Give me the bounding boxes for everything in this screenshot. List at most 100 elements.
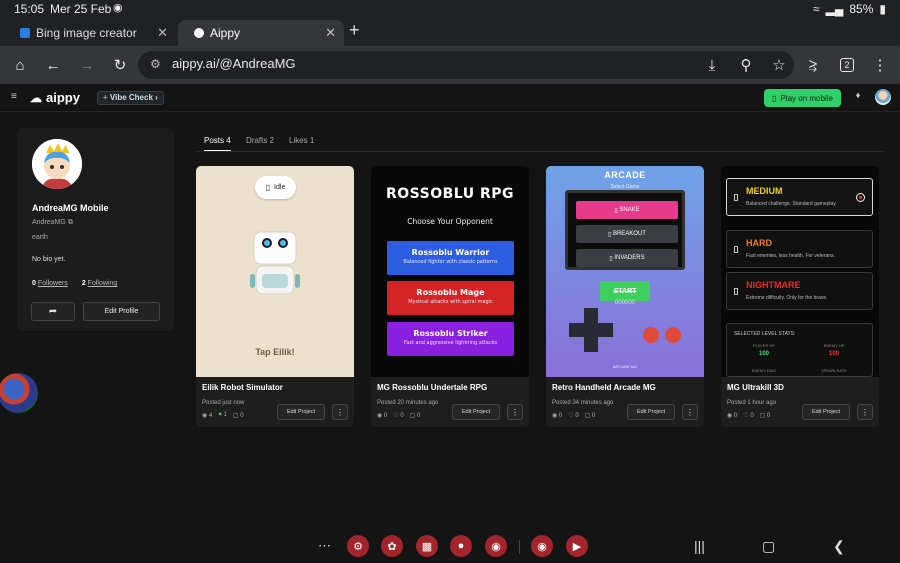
tab-posts[interactable]: Posts 4 <box>204 136 231 151</box>
tab-switcher-button[interactable]: 2 <box>837 55 857 75</box>
menu-kebab-icon[interactable]: ⋮ <box>870 55 890 75</box>
home-nav-icon[interactable]: ▢ <box>762 538 775 555</box>
camera-app-icon[interactable]: ◉ <box>485 535 507 557</box>
close-tab-icon[interactable]: ✕ <box>157 25 168 41</box>
robot-illustration <box>250 231 300 295</box>
sidebar-toggle-icon[interactable]: ≡ <box>11 91 17 102</box>
project-card-arcade[interactable]: ARCADE Select Game ▯ SNAKE ▯ BREAKOUT ▯ … <box>546 166 704 427</box>
posted-time: Posted just now <box>202 400 245 406</box>
player-hp-value: 100 <box>758 351 769 357</box>
more-options-icon[interactable]: ⋮ <box>682 404 698 420</box>
following-link[interactable]: 2 Following <box>82 280 117 287</box>
floating-assistant-bubble[interactable] <box>0 373 38 413</box>
project-preview[interactable]: ARCADE Select Game ▯ SNAKE ▯ BREAKOUT ▯ … <box>546 166 704 377</box>
project-title[interactable]: MG Ultrakill 3D <box>727 383 784 392</box>
project-title[interactable]: Eilik Robot Simulator <box>202 383 283 392</box>
handle-text: AndreaMG <box>32 219 66 226</box>
user-avatar[interactable] <box>875 89 891 105</box>
discord-app-icon[interactable]: ◉ <box>531 535 553 557</box>
gallery-app-icon[interactable]: ✿ <box>381 535 403 557</box>
like-heart-icon[interactable]: ♡ <box>393 413 398 419</box>
aippy-logo[interactable]: ☁ aippy <box>30 90 80 105</box>
like-heart-icon[interactable]: ♥ <box>218 412 222 418</box>
status-pill: ▯ Idle <box>255 176 296 199</box>
like-heart-icon[interactable]: ♡ <box>568 413 573 419</box>
difficulty-name: NIGHTMARE <box>746 280 801 290</box>
edit-project-button[interactable]: Edit Project <box>627 404 675 420</box>
posted-time: Posted 20 minutes ago <box>377 400 439 406</box>
status-pill-label: Idle <box>274 184 286 191</box>
settings-app-icon[interactable]: ⚙ <box>347 535 369 557</box>
close-tab-icon[interactable]: ✕ <box>325 25 336 41</box>
project-title[interactable]: Retro Handheld Arcade MG <box>552 383 656 392</box>
vibe-check-button[interactable]: + Vibe Check › <box>97 91 164 105</box>
followers-label: Followers <box>37 280 68 287</box>
recent-apps-icon[interactable]: ||| <box>694 538 705 554</box>
files-app-icon[interactable]: ▩ <box>416 535 438 557</box>
project-preview[interactable]: MEDIUM Balanced challenge. Standard game… <box>721 166 879 377</box>
browser-tab-strip: Bing image creator ✕ Aippy ✕ + <box>0 18 900 46</box>
views-count: 4 <box>208 413 213 419</box>
edit-project-button[interactable]: Edit Project <box>452 404 500 420</box>
option-name: Rossoblu Mage <box>416 288 485 297</box>
tab-drafts[interactable]: Drafts 2 <box>246 136 274 145</box>
app-drawer-icon[interactable]: ⋯ <box>318 538 331 554</box>
more-options-icon[interactable]: ⋮ <box>332 404 348 420</box>
discord-notification-icon: ◉ <box>113 2 123 14</box>
home-icon[interactable]: ⌂ <box>10 55 30 75</box>
likes-count: 1 <box>223 412 227 418</box>
back-nav-icon[interactable]: ❮ <box>833 538 845 555</box>
copy-icon[interactable]: ⧉ <box>68 219 73 226</box>
browser-tab-aippy[interactable]: Aippy ✕ <box>178 20 344 46</box>
plus-icon: + <box>103 93 110 102</box>
game-option-breakout: ▯ BREAKOUT <box>576 225 678 243</box>
tab-title: Aippy <box>210 26 241 40</box>
more-options-icon[interactable]: ⋮ <box>857 404 873 420</box>
option-desc: Mystical attacks with spiral magic <box>408 299 493 305</box>
bookmark-star-icon[interactable]: ☆ <box>769 55 789 75</box>
handheld-label: ARCADE MG <box>612 364 638 369</box>
preview-subtitle: Choose Your Opponent <box>407 217 493 226</box>
battery-icon: ▮ <box>879 2 886 16</box>
play-store-app-icon[interactable]: ▶ <box>566 535 588 557</box>
project-stats: ◉ 0 ♡ 0 ▢ 0 <box>727 412 770 419</box>
project-title[interactable]: MG Rossoblu Undertale RPG <box>377 383 487 392</box>
game-name: INVADERS <box>614 255 645 261</box>
project-card-eilik[interactable]: ▯ Idle Tap Eilik! Eilik Robot Simulator … <box>196 166 354 427</box>
new-tab-icon[interactable]: + <box>349 20 360 41</box>
following-label: Following <box>87 280 118 287</box>
notifications-bell-icon[interactable]: ♦ <box>851 90 865 104</box>
a-button <box>643 327 659 343</box>
edit-project-button[interactable]: Edit Project <box>802 404 850 420</box>
share-icon[interactable]: ⥸ <box>803 55 823 75</box>
edit-profile-button[interactable]: Edit Profile <box>83 302 160 321</box>
level-stats-panel: SELECTED LEVEL STATS: PLAYER HP 100 ENEM… <box>726 323 873 377</box>
profile-stats: 0 Followers 2 Following <box>32 280 117 287</box>
download-icon[interactable]: ⤓ <box>702 55 722 75</box>
project-card-rossoblu[interactable]: ROSSOBLU RPG Choose Your Opponent Rossob… <box>371 166 529 427</box>
project-preview[interactable]: ▯ Idle Tap Eilik! <box>196 166 354 377</box>
forward-icon[interactable]: → <box>77 55 97 75</box>
back-icon[interactable]: ← <box>43 55 63 75</box>
followers-link[interactable]: 0 Followers <box>32 280 68 287</box>
zoom-icon[interactable]: ⚲ <box>736 55 756 75</box>
tab-likes[interactable]: Likes 1 <box>289 136 314 145</box>
difficulty-name: HARD <box>746 238 772 248</box>
opponent-option-striker: Rossoblu Striker Fast and aggressive lig… <box>387 322 514 356</box>
project-card-ultrakill[interactable]: MEDIUM Balanced challenge. Standard game… <box>721 166 879 427</box>
play-on-mobile-button[interactable]: ▯ Play on mobile <box>764 89 841 107</box>
edit-project-button[interactable]: Edit Project <box>277 404 325 420</box>
site-settings-icon[interactable]: ⚙ <box>150 57 161 71</box>
enemy-hp-label: ENEMY HP <box>823 343 845 348</box>
share-profile-button[interactable]: ➦ <box>31 302 75 321</box>
difficulty-desc: Fast enemies, less health. For veterans. <box>746 253 835 259</box>
reload-icon[interactable]: ↻ <box>110 55 130 75</box>
messages-app-icon[interactable]: ● <box>450 535 472 557</box>
project-preview[interactable]: ROSSOBLU RPG Choose Your Opponent Rossob… <box>371 166 529 377</box>
address-bar[interactable]: ⚙ aippy.ai/@AndreaMG ⤓ ⚲ ☆ <box>138 51 794 79</box>
views-icon: ◉ <box>377 413 383 419</box>
browser-tab-bing[interactable]: Bing image creator ✕ <box>4 20 176 46</box>
more-options-icon[interactable]: ⋮ <box>507 404 523 420</box>
like-heart-icon[interactable]: ♡ <box>743 413 748 419</box>
player-hp-label: PLAYER HP <box>752 343 776 348</box>
